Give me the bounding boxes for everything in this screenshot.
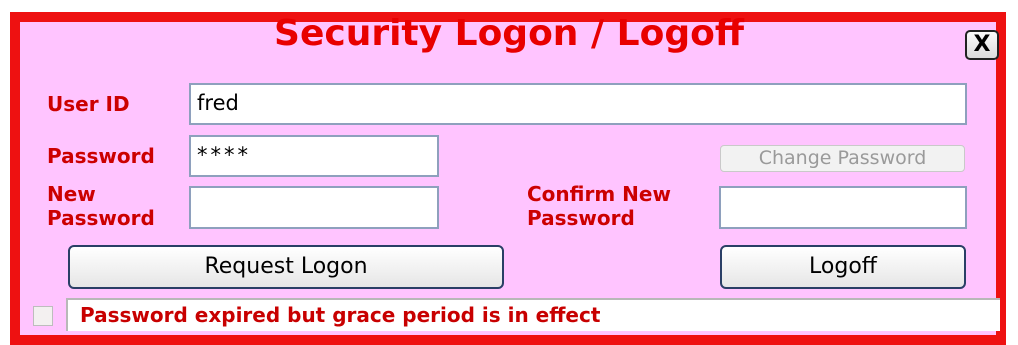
new-password-label-line1: New (47, 182, 96, 206)
user-id-label: User ID (47, 92, 130, 116)
dialog-title: Security Logon / Logoff (274, 13, 744, 54)
confirm-new-password-label-line1: Confirm New (527, 182, 671, 206)
password-label: Password (47, 144, 155, 168)
close-icon: X (973, 32, 991, 57)
change-password-button[interactable]: Change Password (720, 145, 965, 172)
new-password-label: New Password (47, 182, 155, 230)
status-message: Password expired but grace period is in … (66, 298, 1000, 331)
confirm-new-password-label-line2: Password (527, 206, 635, 230)
confirm-new-password-label: Confirm New Password (527, 182, 671, 230)
logoff-button[interactable]: Logoff (720, 245, 966, 289)
request-logon-button[interactable]: Request Logon (68, 245, 504, 289)
new-password-label-line2: Password (47, 206, 155, 230)
new-password-input[interactable] (189, 186, 439, 229)
password-input[interactable]: **** (189, 135, 439, 177)
security-dialog (10, 12, 1006, 345)
confirm-new-password-input[interactable] (719, 186, 967, 229)
user-id-input[interactable]: fred (189, 83, 967, 125)
status-checkbox[interactable] (33, 306, 53, 326)
close-button[interactable]: X (965, 30, 999, 60)
